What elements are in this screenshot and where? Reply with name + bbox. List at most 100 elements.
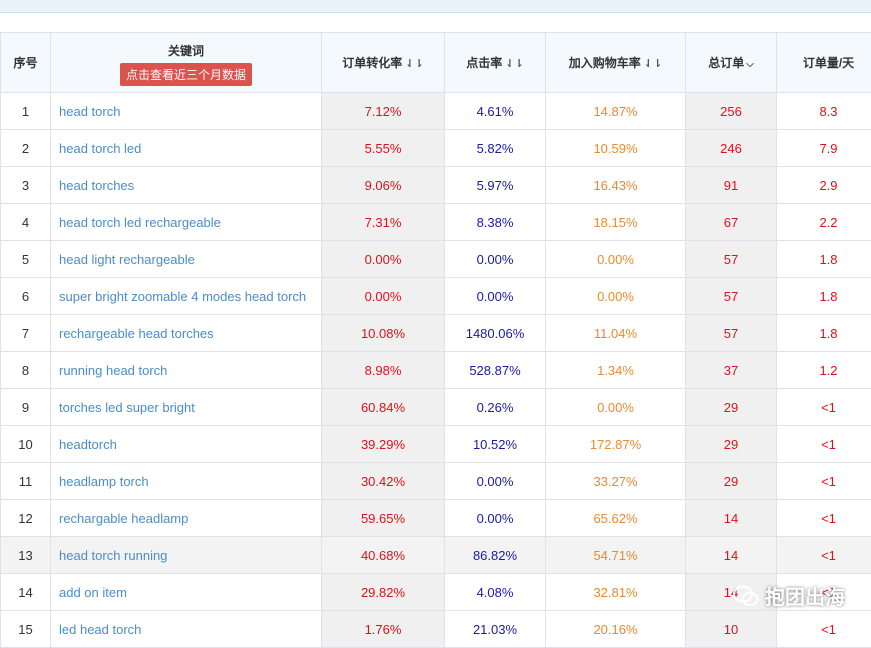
cart-rate-cell: 1.34% — [546, 352, 686, 389]
keyword-link[interactable]: led head torch — [51, 611, 322, 648]
keyword-link[interactable]: rechargable headlamp — [51, 500, 322, 537]
chevron-down-icon[interactable]: ⌵ — [746, 59, 754, 70]
click-rate-cell: 4.61% — [445, 93, 546, 130]
wechat-icon — [733, 585, 759, 607]
total-orders-cell: 29 — [686, 426, 777, 463]
sort-arrows-icon[interactable]: ⇃⇂ — [405, 58, 423, 70]
cart-rate-cell: 18.15% — [546, 204, 686, 241]
total-orders-cell: 57 — [686, 241, 777, 278]
cart-rate-cell: 10.59% — [546, 130, 686, 167]
keyword-link[interactable]: head light rechargeable — [51, 241, 322, 278]
total-orders-cell: 29 — [686, 463, 777, 500]
total-orders-cell: 67 — [686, 204, 777, 241]
row-index: 5 — [1, 241, 51, 278]
cart-rate-cell: 14.87% — [546, 93, 686, 130]
click-rate-cell: 86.82% — [445, 537, 546, 574]
click-rate-cell: 0.26% — [445, 389, 546, 426]
row-index: 3 — [1, 167, 51, 204]
daily-orders-cell: 1.8 — [777, 278, 871, 315]
header-click-rate-label: 点击率 — [466, 56, 502, 70]
header-click-rate[interactable]: 点击率⇃⇂ — [445, 33, 546, 93]
header-index: 序号 — [1, 33, 51, 93]
table-row: 13 head torch running 40.68% 86.82% 54.7… — [1, 537, 871, 574]
conversion-rate-cell: 30.42% — [322, 463, 445, 500]
keyword-link[interactable]: add on item — [51, 574, 322, 611]
click-rate-cell: 0.00% — [445, 463, 546, 500]
cart-rate-cell: 32.81% — [546, 574, 686, 611]
keyword-link[interactable]: head torch led rechargeable — [51, 204, 322, 241]
daily-orders-cell: 1.8 — [777, 315, 871, 352]
conversion-rate-cell: 8.98% — [322, 352, 445, 389]
total-orders-cell: 57 — [686, 315, 777, 352]
conversion-rate-cell: 1.76% — [322, 611, 445, 648]
view-three-months-button[interactable]: 点击查看近三个月数据 — [120, 63, 252, 86]
keyword-link[interactable]: rechargeable head torches — [51, 315, 322, 352]
daily-orders-cell: 2.2 — [777, 204, 871, 241]
table-row: 3 head torches 9.06% 5.97% 16.43% 91 2.9 — [1, 167, 871, 204]
table-header-row: 序号 关键词 点击查看近三个月数据 订单转化率⇃⇂ 点击率⇃⇂ 加入购物车率⇃⇂… — [1, 33, 871, 93]
keyword-link[interactable]: head torch running — [51, 537, 322, 574]
daily-orders-cell: 1.2 — [777, 352, 871, 389]
conversion-rate-cell: 7.12% — [322, 93, 445, 130]
cart-rate-cell: 65.62% — [546, 500, 686, 537]
header-total-orders[interactable]: 总订单⌵ — [686, 33, 777, 93]
table-row: 5 head light rechargeable 0.00% 0.00% 0.… — [1, 241, 871, 278]
keyword-link[interactable]: running head torch — [51, 352, 322, 389]
click-rate-cell: 0.00% — [445, 241, 546, 278]
total-orders-cell: 37 — [686, 352, 777, 389]
conversion-rate-cell: 10.08% — [322, 315, 445, 352]
daily-orders-cell: 2.9 — [777, 167, 871, 204]
conversion-rate-cell: 7.31% — [322, 204, 445, 241]
row-index: 2 — [1, 130, 51, 167]
keyword-link[interactable]: super bright zoomable 4 modes head torch — [51, 278, 322, 315]
daily-orders-cell: <1 — [777, 500, 871, 537]
sort-arrows-icon[interactable]: ⇃⇂ — [644, 58, 662, 70]
row-index: 15 — [1, 611, 51, 648]
conversion-rate-cell: 29.82% — [322, 574, 445, 611]
table-row: 6 super bright zoomable 4 modes head tor… — [1, 278, 871, 315]
cart-rate-cell: 0.00% — [546, 389, 686, 426]
cart-rate-cell: 20.16% — [546, 611, 686, 648]
header-total-orders-label: 总订单 — [708, 56, 744, 70]
header-conversion[interactable]: 订单转化率⇃⇂ — [322, 33, 445, 93]
cart-rate-cell: 54.71% — [546, 537, 686, 574]
header-keyword-label: 关键词 — [51, 42, 321, 59]
daily-orders-cell: 7.9 — [777, 130, 871, 167]
keyword-link[interactable]: torches led super bright — [51, 389, 322, 426]
row-index: 13 — [1, 537, 51, 574]
cart-rate-cell: 0.00% — [546, 241, 686, 278]
keyword-link[interactable]: head torch led — [51, 130, 322, 167]
top-toolbar — [0, 0, 871, 13]
total-orders-cell: 14 — [686, 537, 777, 574]
cart-rate-cell: 33.27% — [546, 463, 686, 500]
click-rate-cell: 5.82% — [445, 130, 546, 167]
table-row: 7 rechargeable head torches 10.08% 1480.… — [1, 315, 871, 352]
row-index: 8 — [1, 352, 51, 389]
conversion-rate-cell: 9.06% — [322, 167, 445, 204]
keyword-link[interactable]: head torch — [51, 93, 322, 130]
header-cart-rate-label: 加入购物车率 — [569, 56, 641, 70]
total-orders-cell: 10 — [686, 611, 777, 648]
table-row: 1 head torch 7.12% 4.61% 14.87% 256 8.3 — [1, 93, 871, 130]
row-index: 9 — [1, 389, 51, 426]
header-conversion-label: 订单转化率 — [342, 56, 402, 70]
row-index: 10 — [1, 426, 51, 463]
keyword-link[interactable]: headtorch — [51, 426, 322, 463]
daily-orders-cell: <1 — [777, 463, 871, 500]
table-row: 9 torches led super bright 60.84% 0.26% … — [1, 389, 871, 426]
row-index: 1 — [1, 93, 51, 130]
daily-orders-cell: <1 — [777, 426, 871, 463]
table-row: 11 headlamp torch 30.42% 0.00% 33.27% 29… — [1, 463, 871, 500]
sort-arrows-icon[interactable]: ⇃⇂ — [505, 58, 523, 70]
daily-orders-cell: 1.8 — [777, 241, 871, 278]
conversion-rate-cell: 0.00% — [322, 278, 445, 315]
total-orders-cell: 91 — [686, 167, 777, 204]
keyword-link[interactable]: head torches — [51, 167, 322, 204]
daily-orders-cell: 8.3 — [777, 93, 871, 130]
keyword-link[interactable]: headlamp torch — [51, 463, 322, 500]
conversion-rate-cell: 40.68% — [322, 537, 445, 574]
conversion-rate-cell: 39.29% — [322, 426, 445, 463]
header-daily-orders[interactable]: 订单量/天 — [777, 33, 871, 93]
click-rate-cell: 4.08% — [445, 574, 546, 611]
header-cart-rate[interactable]: 加入购物车率⇃⇂ — [546, 33, 686, 93]
